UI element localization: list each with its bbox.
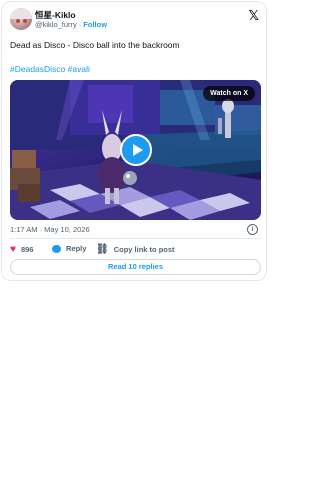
hashtag-link[interactable]: #avali	[68, 64, 90, 74]
post-text: Dead as Disco - Disco ball into the back…	[10, 40, 180, 50]
copy-link-button[interactable]: ⛓ Copy link to post	[96, 244, 175, 255]
avatar-hair	[10, 8, 32, 19]
info-icon[interactable]: i	[247, 224, 258, 235]
post-timestamp[interactable]: 1:17 AM · May 10, 2026	[10, 225, 90, 234]
heart-icon: ♥	[10, 244, 16, 255]
watch-on-x-button[interactable]: Watch on X	[203, 86, 255, 101]
post-hashtags: #DeadasDisco #avali	[10, 63, 90, 75]
play-icon	[133, 144, 143, 156]
like-button[interactable]: ♥ 896	[10, 244, 33, 255]
x-logo-icon[interactable]: 𝕏	[249, 8, 259, 24]
link-icon: ⛓	[96, 244, 109, 255]
reply-label: Reply	[66, 244, 87, 253]
reply-button[interactable]: Reply	[52, 244, 86, 253]
follow-button[interactable]: Follow	[83, 20, 107, 29]
avatar[interactable]	[10, 8, 32, 30]
copy-link-label: Copy link to post	[113, 245, 175, 254]
author-handle[interactable]: @kiklo_furry	[35, 20, 77, 29]
hashtag-link[interactable]: #DeadasDisco	[10, 64, 65, 74]
handle-separator: ·	[78, 20, 82, 29]
avatar-eye-right	[23, 19, 27, 23]
divider	[10, 238, 261, 239]
embedded-post-card: 恒星-Kiklo @kiklo_furry · Follow 𝕏 Dead as D…	[1, 1, 267, 281]
like-count: 896	[20, 245, 34, 254]
video-thumbnail[interactable]: Watch on X	[10, 80, 261, 220]
author-handle-row: @kiklo_furry · Follow	[35, 20, 107, 29]
read-replies-button[interactable]: Read 10 replies	[10, 259, 261, 275]
play-button[interactable]	[120, 134, 152, 166]
avatar-eye-left	[16, 19, 20, 23]
reply-bubble-icon	[52, 244, 61, 253]
